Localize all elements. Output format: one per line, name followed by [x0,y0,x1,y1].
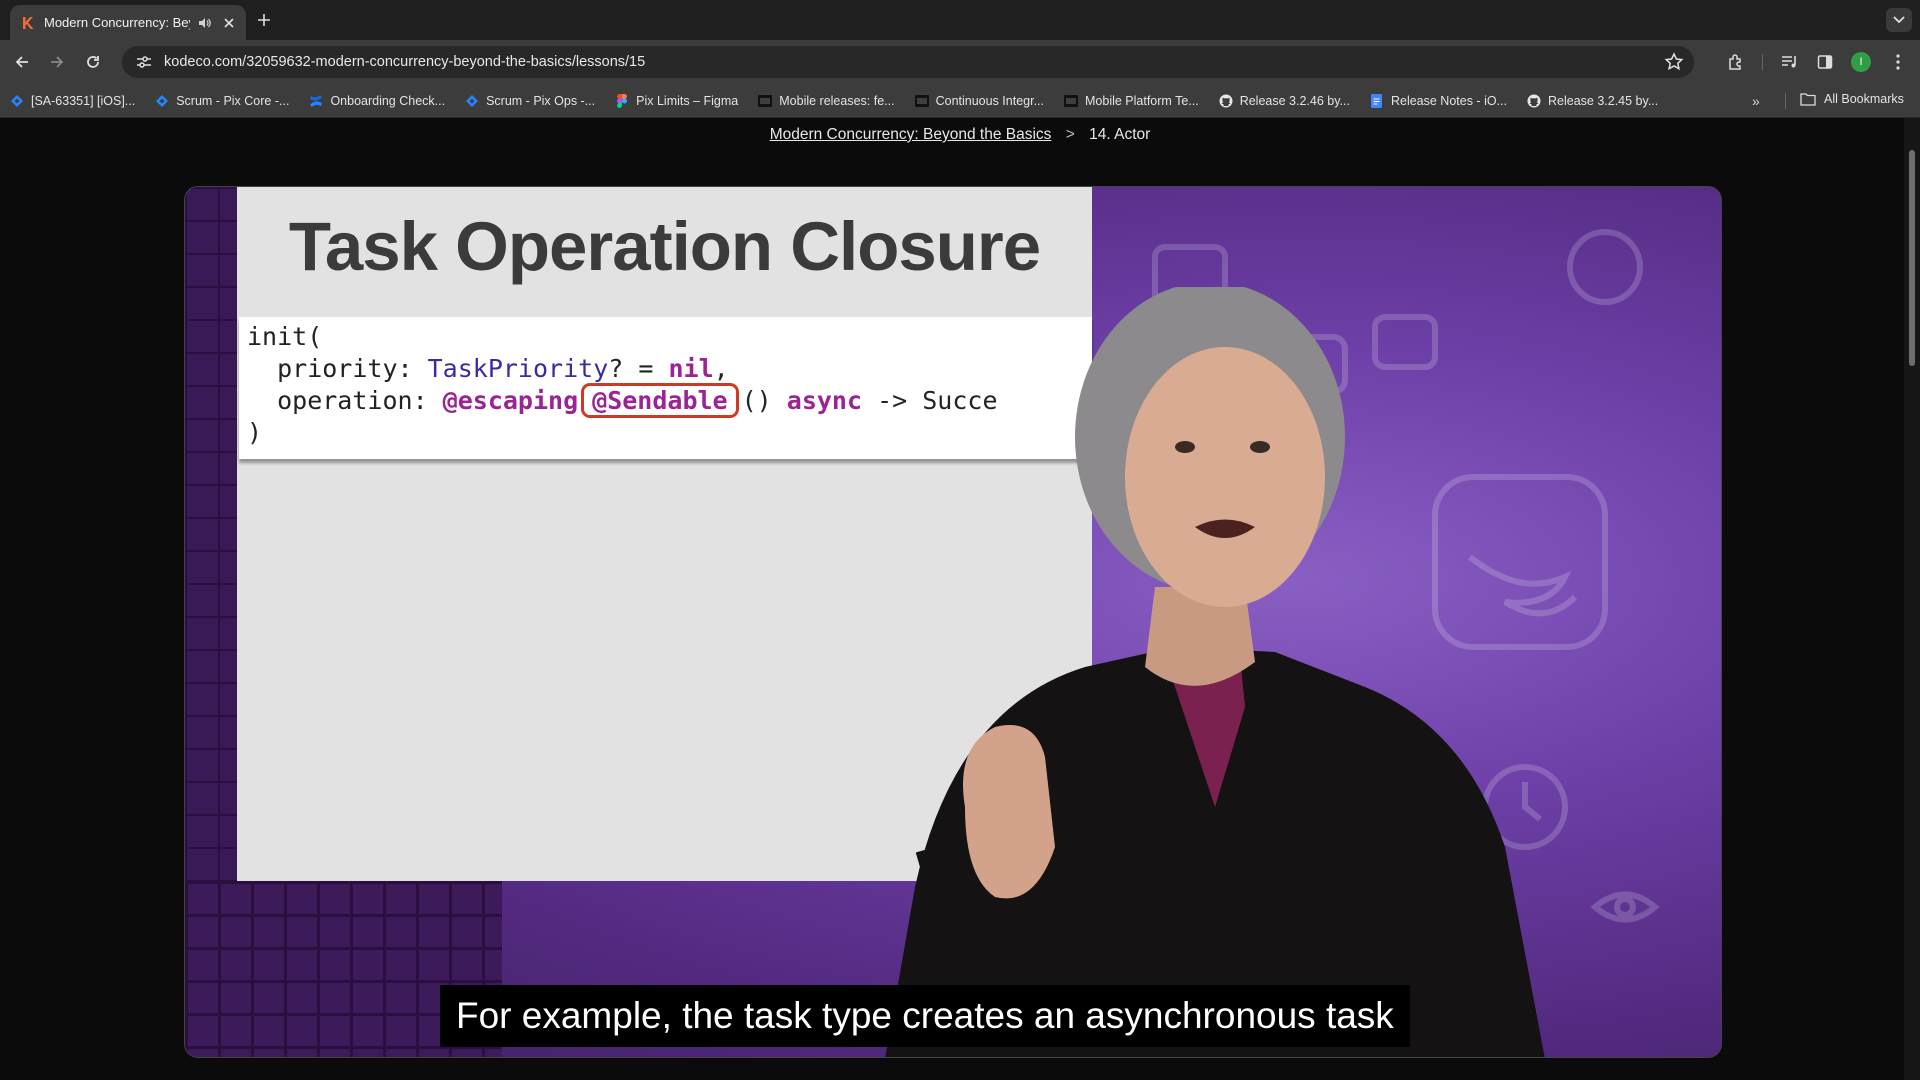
profile-avatar[interactable]: I [1851,52,1871,72]
all-bookmarks-button[interactable]: All Bookmarks [1800,92,1904,106]
folder-icon [1800,93,1816,106]
active-tab[interactable]: Modern Concurrency: Bey [10,5,246,40]
bookmark-item[interactable]: Mobile releases: fe... [758,93,895,108]
jira-icon [10,94,24,108]
back-arrow-icon [15,56,28,68]
bookmark-item[interactable]: Release 3.2.45 by... [1527,94,1658,108]
all-bookmarks-label: All Bookmarks [1824,92,1904,106]
code-text: , [713,354,729,383]
bookmark-star-icon[interactable] [1664,52,1684,72]
browser-menu-icon[interactable] [1888,52,1908,72]
code-line: ) [247,418,263,447]
jira-icon [465,94,479,108]
address-bar[interactable]: kodeco.com/32059632-modern-concurrency-b… [122,46,1694,78]
github-icon [1527,94,1541,108]
highlighted-sendable-keyword: @Sendable [581,383,739,418]
bookmark-item[interactable]: Continuous Integr... [914,93,1044,108]
media-controls-icon[interactable] [1780,52,1800,72]
tab-strip: Modern Concurrency: Bey [0,0,1920,40]
extensions-icon[interactable] [1726,52,1746,72]
jira-icon [155,94,169,108]
bookmark-label: Release Notes - iO... [1390,93,1507,108]
bookmark-item[interactable]: Mobile Platform Te... [1064,94,1199,108]
breadcrumb-course-link[interactable]: Modern Concurrency: Beyond the Basics [770,126,1052,143]
plus-icon [258,14,270,26]
bookmark-item[interactable]: Scrum - Pix Core -... [155,94,289,108]
bookmark-item[interactable]: [SA-63351] [iOS]... [10,94,135,108]
bookmark-label: Scrum - Pix Core -... [176,93,290,108]
bookmark-item[interactable]: Pix Limits – Figma [615,93,739,108]
kodeco-k-icon [23,16,34,29]
tab-search-button[interactable] [1886,8,1912,32]
page-scrollbar[interactable] [1904,118,1920,1080]
code-text: priority: [247,354,428,383]
code-text: ? = [608,354,669,383]
bookmark-item[interactable]: Onboarding Check... [309,94,445,108]
bookmark-label: Pix Limits – Figma [636,93,739,108]
video-player[interactable]: Task Operation Closure init( priority: T… [184,186,1722,1058]
reload-icon [87,56,99,68]
code-type: TaskPriority [427,354,609,383]
reload-button[interactable] [81,50,105,74]
forward-button[interactable] [45,50,69,74]
bookmark-label: Mobile Platform Te... [1085,93,1199,108]
site-settings-icon[interactable] [134,52,154,72]
breadcrumb: Modern Concurrency: Beyond the Basics > … [0,126,1920,144]
bookmark-label: Mobile releases: fe... [779,93,895,108]
breadcrumb-lesson: 14. Actor [1089,126,1151,143]
chevron-down-icon [1893,16,1905,24]
docs-icon [1370,93,1384,108]
back-button[interactable] [10,50,34,74]
bookmark-label: [SA-63351] [iOS]... [31,93,136,108]
close-tab-icon[interactable] [220,14,238,32]
scrollbar-thumb[interactable] [1909,150,1915,366]
side-panel-icon[interactable] [1815,52,1835,72]
bookmark-item[interactable]: Release Notes - iO... [1370,93,1507,108]
bookmark-label: Onboarding Check... [330,93,446,108]
confluence-icon [309,94,323,108]
code-keyword: @escaping [442,386,579,415]
breadcrumb-separator: > [1065,126,1075,143]
speaker-icon[interactable] [196,14,214,32]
browser-toolbar: kodeco.com/32059632-modern-concurrency-b… [0,40,1920,84]
bookmark-label: Release 3.2.45 by... [1547,93,1659,108]
rwy-icon [1064,94,1078,108]
bookmark-label: Scrum - Pix Ops -... [486,93,596,108]
code-keyword: nil [668,354,714,383]
slide-title: Task Operation Closure [288,208,1041,285]
rwy-icon [914,94,929,108]
new-tab-button[interactable] [252,8,276,32]
bookmark-label: Release 3.2.46 by... [1239,93,1350,108]
toolbar-divider [1762,54,1763,70]
bookmark-label: Continuous Integr... [935,93,1044,108]
figma-icon [615,93,629,108]
tab-title: Modern Concurrency: Bey [44,15,190,30]
more-bookmarks-icon[interactable]: » [1752,93,1760,109]
forward-arrow-icon [51,56,64,68]
presenter-video-figure [885,287,1545,1057]
bookmarks-divider [1785,93,1786,109]
video-caption: For example, the task type creates an as… [440,985,1410,1047]
code-text: operation: [247,386,443,415]
url-text: kodeco.com/32059632-modern-concurrency-b… [164,54,646,70]
bookmark-item[interactable]: Release 3.2.46 by... [1219,94,1350,108]
bookmarks-bar: [SA-63351] [iOS]... Scrum - Pix Core -..… [0,84,1920,118]
bookmark-item[interactable]: Scrum - Pix Ops -... [465,94,595,108]
rwy-icon [758,94,773,108]
code-text: () [741,386,787,415]
code-line: init( [247,322,323,351]
github-icon [1219,94,1233,108]
